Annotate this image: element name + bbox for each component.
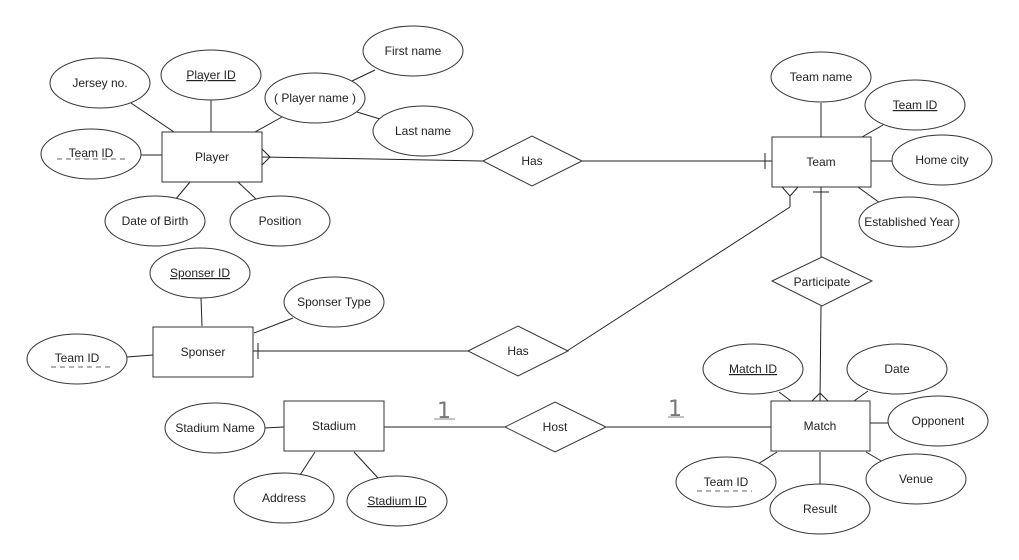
connector-match-teamid: [757, 451, 778, 465]
attr-sponser-team-id[interactable]: Team ID: [26, 333, 128, 385]
connector-playername-lastname: [356, 111, 381, 120]
attr-date-of-birth[interactable]: Date of Birth: [104, 195, 206, 247]
svg-text:Stadium Name: Stadium Name: [175, 421, 255, 435]
attr-stadium-name[interactable]: Stadium Name: [164, 402, 266, 454]
attr-home-city[interactable]: Home city: [891, 134, 993, 186]
svg-text:Team name: Team name: [790, 70, 853, 84]
primary-key-label: Match ID: [729, 362, 777, 376]
svg-text:Sponser Type: Sponser Type: [297, 295, 371, 309]
connector-match-matchid: [778, 391, 792, 402]
relationship-label: Host: [543, 420, 568, 434]
entity-stadium[interactable]: Stadium: [283, 400, 385, 452]
svg-text:Last name: Last name: [395, 124, 451, 138]
connector-participate-match: [819, 305, 822, 402]
connector-player-jersey: [130, 102, 175, 133]
attr-player-team-id[interactable]: Team ID: [40, 128, 142, 180]
primary-key-label: Stadium ID: [367, 494, 427, 508]
attr-date[interactable]: Date: [846, 343, 948, 395]
relationship-label: Has: [507, 344, 528, 358]
entity-label: Stadium: [312, 419, 356, 433]
attr-last-name[interactable]: Last name: [372, 105, 474, 157]
foreign-key-label: Team ID: [704, 475, 749, 489]
connector-team-teamid: [861, 124, 884, 138]
entity-label: Sponser: [181, 345, 226, 359]
primary-key-label: Sponser ID: [170, 266, 230, 280]
er-diagram: Player Team Sponser Stadium Match Has Ha…: [26, 25, 993, 535]
primary-key-label: Player ID: [186, 68, 236, 82]
svg-text:Opponent: Opponent: [912, 414, 965, 428]
relationship-sponser-team-has[interactable]: Has: [466, 325, 570, 377]
attr-venue[interactable]: Venue: [865, 453, 967, 505]
attr-team-id[interactable]: Team ID: [864, 79, 966, 131]
entity-sponser[interactable]: Sponser: [152, 326, 254, 378]
connector-player-dob: [174, 181, 191, 201]
connector-sponser-sponserid: [200, 297, 203, 327]
svg-text:Date of Birth: Date of Birth: [122, 214, 189, 228]
attr-established-year[interactable]: Established Year: [858, 196, 960, 248]
attr-team-name[interactable]: Team name: [770, 51, 872, 103]
cardinality-label-match: 1: [668, 397, 682, 422]
svg-text:( Player name ): ( Player name ): [274, 91, 356, 105]
relationship-host[interactable]: Host: [503, 401, 608, 453]
connector-team-has2: [566, 206, 791, 352]
svg-text:Position: Position: [259, 214, 302, 228]
svg-text:First name: First name: [385, 44, 442, 58]
svg-text:Jersey no.: Jersey no.: [72, 76, 127, 90]
attr-player-name[interactable]: ( Player name ): [264, 72, 366, 124]
relationship-label: Participate: [794, 275, 851, 289]
connector-player-has: [261, 156, 484, 162]
relationship-participate[interactable]: Participate: [770, 256, 874, 307]
entity-match[interactable]: Match: [770, 400, 871, 452]
connector-stadium-id: [353, 451, 379, 479]
entity-team[interactable]: Team: [771, 136, 872, 188]
connector-stadium-address: [299, 451, 316, 476]
foreign-key-label: Team ID: [69, 146, 114, 160]
connector-match-date: [853, 390, 869, 402]
entity-label: Team: [806, 155, 835, 169]
connector-sponser-type: [253, 317, 294, 334]
attr-stadium-id[interactable]: Stadium ID: [346, 475, 448, 527]
svg-text:Date: Date: [884, 362, 910, 376]
entity-label: Player: [195, 150, 229, 164]
attr-jersey-no[interactable]: Jersey no.: [49, 57, 151, 109]
connector-stadium-name: [263, 426, 285, 429]
connector-player-playername: [254, 116, 283, 133]
attr-sponser-id[interactable]: Sponser ID: [149, 247, 251, 299]
svg-text:Result: Result: [803, 502, 838, 516]
attr-sponser-type[interactable]: Sponser Type: [283, 276, 385, 328]
crowfoot-team: [781, 186, 799, 197]
attr-opponent[interactable]: Opponent: [887, 395, 989, 447]
connector-sponser-teamid: [126, 354, 154, 358]
svg-text:Address: Address: [262, 491, 306, 505]
connector-match-venue: [865, 451, 884, 463]
attr-player-id[interactable]: Player ID: [160, 49, 262, 101]
attr-result[interactable]: Result: [769, 483, 871, 535]
connector-playername-firstname: [351, 69, 376, 82]
connector-player-position: [237, 181, 258, 201]
svg-text:Venue: Venue: [899, 472, 933, 486]
attr-first-name[interactable]: First name: [362, 25, 464, 77]
attr-match-team-id[interactable]: Team ID: [675, 456, 777, 508]
foreign-key-label: Team ID: [55, 351, 100, 365]
attr-address[interactable]: Address: [233, 472, 335, 524]
svg-text:Established Year: Established Year: [864, 215, 953, 229]
relationship-label: Has: [521, 154, 542, 168]
entity-player[interactable]: Player: [161, 131, 263, 183]
relationship-player-team-has[interactable]: Has: [481, 135, 584, 187]
attr-position[interactable]: Position: [229, 195, 331, 247]
svg-text:Home city: Home city: [915, 153, 968, 167]
cardinality-label-stadium: 1: [437, 399, 451, 424]
entity-label: Match: [804, 419, 837, 433]
connector-team-established: [857, 186, 881, 204]
attr-match-id[interactable]: Match ID: [702, 343, 804, 395]
primary-key-label: Team ID: [893, 98, 938, 112]
